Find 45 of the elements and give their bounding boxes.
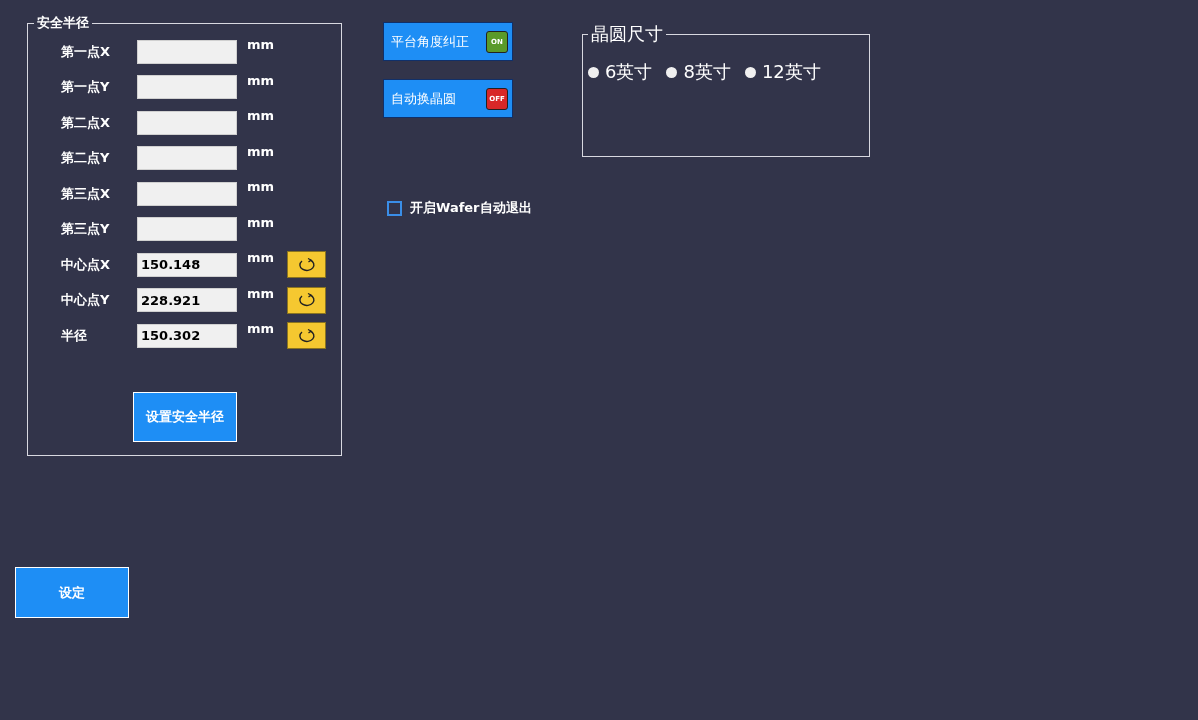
radio-button[interactable] [744,66,756,78]
field-label: 第二点X [61,113,112,132]
refresh-button[interactable] [287,286,326,314]
unit-label: mm [247,37,276,52]
radio-button[interactable] [588,66,599,78]
set-safe-radius-button[interactable]: 设置安全半径 [133,391,237,442]
input-field[interactable] [137,110,237,135]
unit-label: mm [247,321,276,336]
input-field[interactable]: 150.302 [137,323,237,348]
field-label: 第二点Y [61,149,111,168]
refresh-icon [296,257,317,272]
set-button[interactable]: 设定 [15,567,129,618]
field-label: 中心点X [61,255,112,274]
field-label: 半径 [61,326,88,345]
unit-label: mm [247,285,276,301]
radio-label: 6英寸 [605,60,653,84]
checkbox[interactable] [387,200,402,216]
field-label: 中心点Y [61,291,111,310]
unit-label: mm [247,108,276,123]
refresh-icon [296,328,317,343]
radio-label: 12英寸 [761,60,821,84]
input-field[interactable] [137,39,237,64]
unit-label: mm [247,250,276,265]
refresh-button[interactable] [287,251,326,279]
field-label: 第一点Y [61,78,111,97]
unit-label: mm [247,72,276,88]
field-label: 第三点X [61,184,112,203]
input-field[interactable] [137,181,237,206]
input-field[interactable]: 228.921 [137,288,237,313]
unit-label: mm [247,214,276,230]
unit-label: mm [247,179,276,194]
input-field[interactable] [137,217,237,242]
input-field[interactable] [137,75,237,100]
group-title: 安全半径 [36,14,90,32]
radio-button[interactable] [666,66,678,78]
group-title: 晶圆尺寸 [590,22,664,46]
field-label: 第一点X [61,42,112,61]
radio-label: 8英寸 [683,60,731,84]
checkbox-label: 开启Wafer自动退出 [410,199,532,217]
input-field[interactable] [137,146,237,171]
field-label: 第三点Y [61,220,111,239]
refresh-button[interactable] [287,322,326,350]
input-field[interactable]: 150.148 [137,252,237,277]
unit-label: mm [247,143,276,159]
refresh-icon [296,293,317,308]
